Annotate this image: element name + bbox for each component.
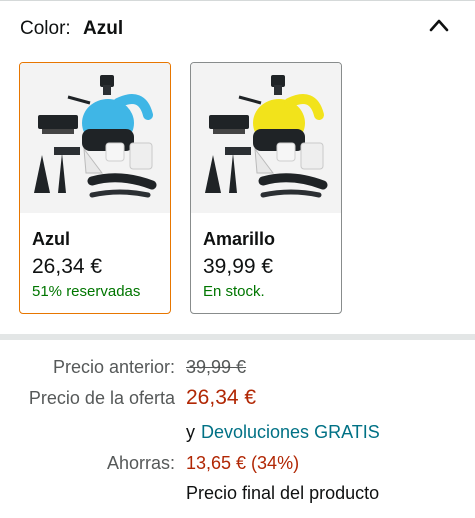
previous-price-label: Precio anterior: bbox=[52, 357, 175, 377]
section-divider bbox=[0, 334, 475, 340]
swatch-status: 51% reservadas bbox=[32, 283, 141, 300]
swatch-status: En stock. bbox=[203, 283, 265, 300]
product-image-amarillo bbox=[191, 63, 341, 213]
color-label: Color: bbox=[20, 18, 71, 39]
color-selector-header[interactable]: Color: Azul bbox=[0, 0, 475, 58]
swatch-azul[interactable]: Azul 26,34 € 51% reservadas bbox=[19, 62, 171, 314]
selected-color-value: Azul bbox=[83, 18, 124, 39]
swatch-price: 26,34 € bbox=[32, 255, 103, 278]
savings-label: Ahorras: bbox=[106, 453, 175, 473]
final-price-note: Precio final del producto bbox=[186, 483, 380, 503]
swatch-price: 39,99 € bbox=[203, 255, 274, 278]
swatch-name: Azul bbox=[32, 229, 70, 249]
product-image-azul bbox=[20, 63, 170, 213]
previous-price-value: 39,99 € bbox=[186, 357, 247, 377]
free-returns-link[interactable]: Devoluciones GRATIS bbox=[201, 422, 380, 443]
returns-prefix: y bbox=[186, 422, 195, 442]
deal-price-label: Precio de la oferta bbox=[28, 388, 175, 408]
swatch-amarillo[interactable]: Amarillo 39,99 € En stock. bbox=[190, 62, 342, 314]
deal-price-value: 26,34 € bbox=[186, 386, 257, 409]
swatch-name: Amarillo bbox=[203, 229, 276, 249]
savings-value: 13,65 € (34%) bbox=[186, 453, 300, 473]
chevron-up-icon[interactable] bbox=[428, 16, 450, 34]
